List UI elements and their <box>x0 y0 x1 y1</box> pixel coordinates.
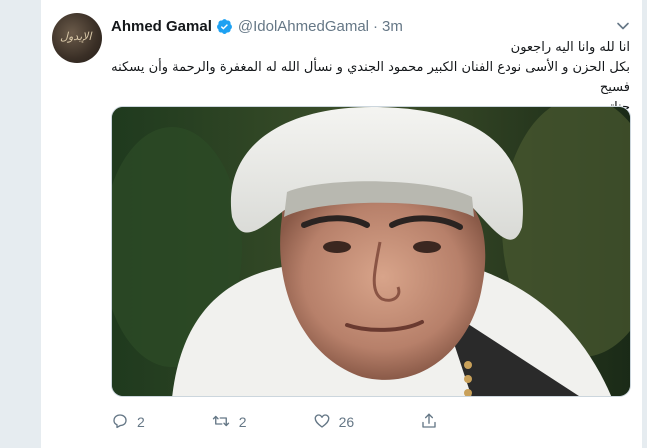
tweet-text-line: بكل الحزن و الأسى نودع الفنان الكبير محم… <box>111 60 630 95</box>
tweet-photo[interactable] <box>111 106 631 397</box>
retweet-button[interactable]: 2 <box>211 412 247 433</box>
reply-count: 2 <box>137 414 145 430</box>
reply-button[interactable]: 2 <box>111 412 145 433</box>
retweet-icon <box>211 412 231 433</box>
share-icon <box>420 412 438 433</box>
tweet-time[interactable]: 3m <box>382 18 403 35</box>
page: الإيدول Ahmed Gamal @IdolAhmedGamal · 3m… <box>0 0 647 448</box>
like-count: 26 <box>338 414 355 430</box>
author-name[interactable]: Ahmed Gamal <box>111 18 212 35</box>
like-button[interactable]: 26 <box>313 412 355 433</box>
tweet-photo-image <box>112 107 630 396</box>
tweet-text-line: انا لله وانا اليه راجعون <box>510 40 630 55</box>
avatar-text: الإيدول <box>60 30 92 43</box>
chevron-down-icon[interactable] <box>616 18 630 32</box>
author-handle[interactable]: @IdolAhmedGamal <box>238 18 369 35</box>
tweet-card[interactable]: الإيدول Ahmed Gamal @IdolAhmedGamal · 3m… <box>40 0 643 448</box>
share-button[interactable] <box>420 412 438 433</box>
tweet-header: Ahmed Gamal @IdolAhmedGamal · 3m <box>111 16 403 36</box>
like-icon <box>313 412 331 433</box>
tweet-actions: 2 2 26 <box>111 410 504 434</box>
retweet-count: 2 <box>238 414 247 430</box>
avatar[interactable]: الإيدول <box>52 13 102 63</box>
reply-icon <box>111 412 129 433</box>
separator-dot: · <box>373 17 378 35</box>
verified-badge-icon <box>216 18 233 35</box>
